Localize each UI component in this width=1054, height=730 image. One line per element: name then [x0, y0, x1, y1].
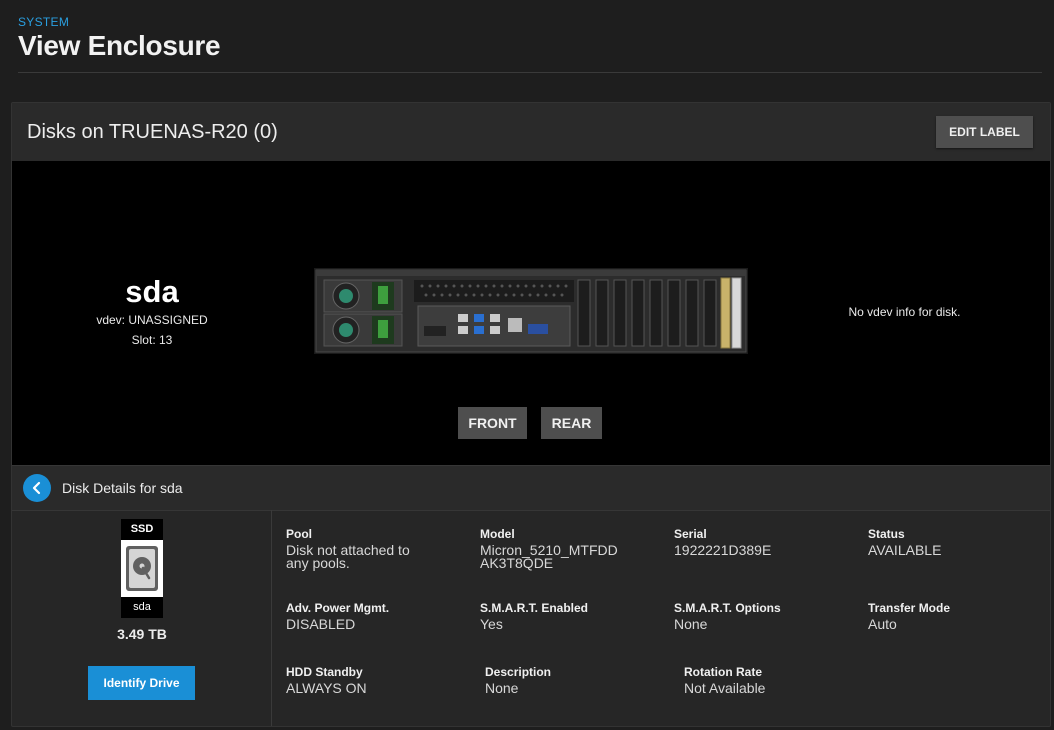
front-view-button[interactable]: FRONT — [458, 407, 527, 439]
psu-bottom — [323, 313, 403, 347]
field-value: None — [674, 616, 708, 632]
field-value: ALWAYS ON — [286, 680, 367, 696]
breadcrumb: SYSTEM — [18, 15, 70, 29]
field-status: Status AVAILABLE — [868, 527, 1038, 557]
back-button[interactable] — [23, 474, 51, 502]
selected-disk-vdev: vdev: UNASSIGNED — [96, 313, 208, 327]
field-label: Model — [480, 527, 515, 541]
details-title: Disk Details for sda — [62, 480, 183, 496]
field-description: Description None — [485, 665, 655, 695]
field-transfer-mode: Transfer Mode Auto — [868, 601, 1038, 631]
field-label: S.M.A.R.T. Enabled — [480, 601, 589, 615]
rear-view-button[interactable]: REAR — [541, 407, 602, 439]
edit-label-button[interactable]: EDIT LABEL — [936, 116, 1033, 148]
disk-details-bar: Disk Details for sda — [12, 465, 1050, 511]
field-label: Pool — [286, 527, 312, 541]
field-hdd-standby: HDD Standby ALWAYS ON — [286, 665, 456, 695]
field-rotation-rate: Rotation Rate Not Available — [684, 665, 854, 695]
field-value: Yes — [480, 616, 503, 632]
field-label: Transfer Mode — [868, 601, 951, 615]
field-label: Serial — [674, 527, 707, 541]
field-model: Model Micron_5210_MTFDD AK3T8QDE — [480, 527, 650, 570]
enclosure-card: Disks on TRUENAS-R20 (0) EDIT LABEL sda … — [11, 102, 1051, 727]
page-title: View Enclosure — [18, 30, 221, 61]
chassis-rear-image[interactable] — [314, 268, 748, 354]
disk-type-label: SSD — [121, 519, 163, 540]
field-label: S.M.A.R.T. Options — [674, 601, 781, 615]
psu-top — [323, 279, 403, 313]
field-value: Not Available — [684, 680, 766, 696]
chevron-left-icon — [32, 481, 41, 495]
field-label: Status — [868, 527, 905, 541]
card-title: Disks on TRUENAS-R20 (0) — [27, 121, 278, 143]
field-label: Description — [485, 665, 552, 679]
disk-drive-icon — [121, 540, 163, 597]
io-panel — [417, 305, 571, 347]
disk-size: 3.49 TB — [117, 626, 167, 642]
field-adv-power-mgmt: Adv. Power Mgmt. DISABLED — [286, 601, 456, 631]
vent-grid — [414, 280, 574, 302]
disk-summary-panel: SSD sda 3.49 TB Identify Drive — [12, 510, 272, 726]
field-value: Auto — [868, 616, 897, 632]
field-value: 1922221D389E — [674, 542, 772, 558]
identify-drive-button[interactable]: Identify Drive — [88, 666, 195, 700]
field-label: HDD Standby — [286, 665, 363, 679]
field-value: Disk not attached to any pools. — [286, 542, 410, 571]
title-divider — [18, 72, 1042, 73]
vdev-info-text: No vdev info for disk. — [848, 305, 961, 319]
field-pool: Pool Disk not attached to any pools. — [286, 527, 456, 570]
enclosure-visual: sda vdev: UNASSIGNED Slot: 13 No vdev in… — [12, 161, 1050, 465]
field-serial: Serial 1922221D389E — [674, 527, 844, 557]
selected-disk-name: sda — [125, 274, 179, 309]
field-value: None — [485, 680, 519, 696]
field-value: DISABLED — [286, 616, 356, 632]
field-value: Micron_5210_MTFDD AK3T8QDE — [480, 542, 618, 571]
card-header: Disks on TRUENAS-R20 (0) EDIT LABEL — [12, 103, 1050, 161]
field-value: AVAILABLE — [868, 542, 942, 558]
field-label: Adv. Power Mgmt. — [286, 601, 390, 615]
field-smart-options: S.M.A.R.T. Options None — [674, 601, 844, 631]
field-smart-enabled: S.M.A.R.T. Enabled Yes — [480, 601, 650, 631]
disk-name-label: sda — [121, 597, 163, 618]
selected-disk-slot: Slot: 13 — [131, 333, 173, 347]
field-label: Rotation Rate — [684, 665, 762, 679]
